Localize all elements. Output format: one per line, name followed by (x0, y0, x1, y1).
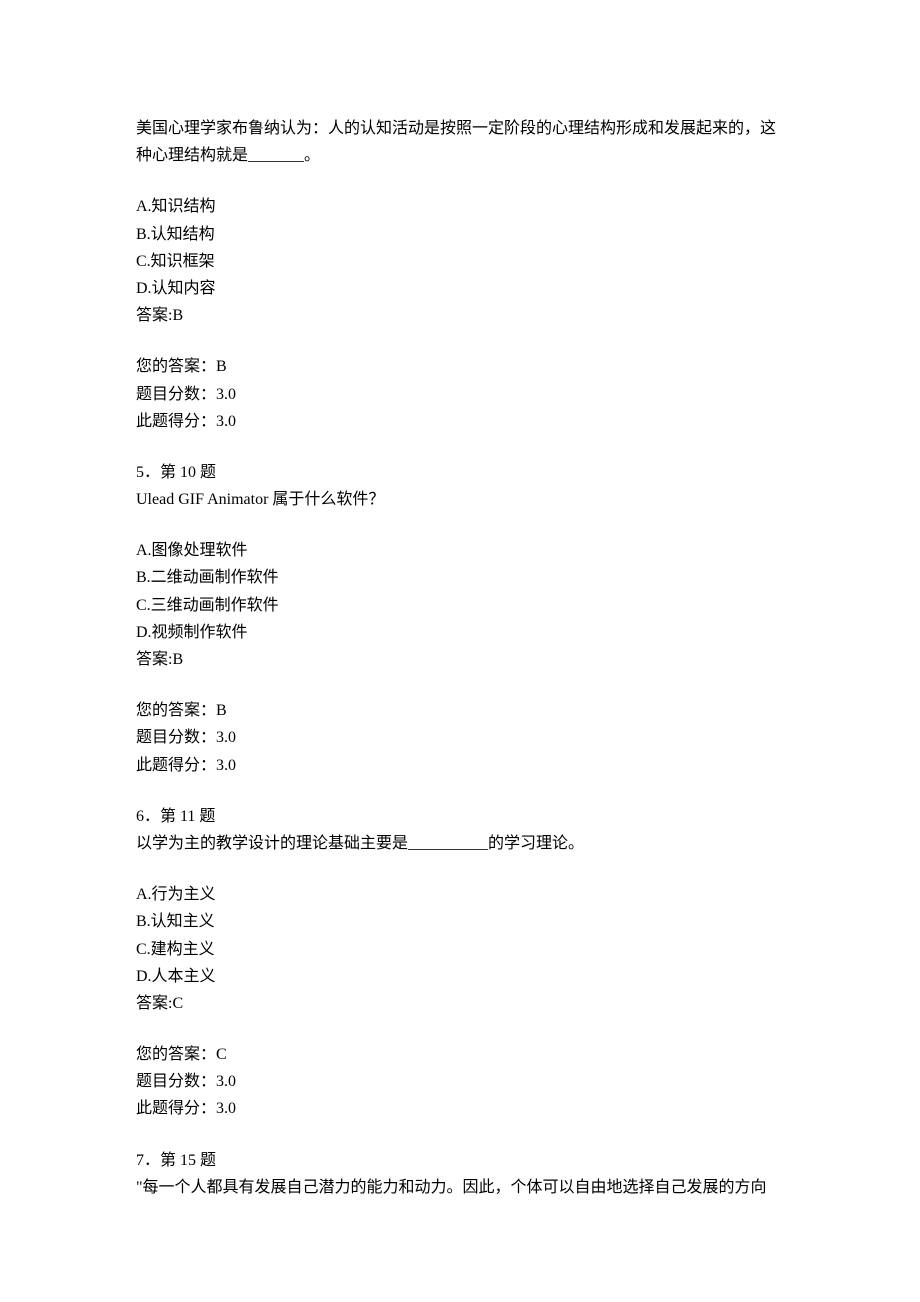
option-a: A.行为主义 (136, 881, 790, 908)
option-c: C.知识框架 (136, 248, 790, 275)
spacer (136, 673, 790, 697)
option-a: A.图像处理软件 (136, 537, 790, 564)
option-b: B.认知主义 (136, 908, 790, 935)
question-stem: Ulead GIF Animator 属于什么软件？ (136, 486, 790, 513)
option-c: C.三维动画制作软件 (136, 592, 790, 619)
question-header: 6．第 11 题 (136, 803, 790, 830)
spacer (136, 513, 790, 537)
spacer (136, 169, 790, 193)
score-earned: 此题得分：3.0 (136, 752, 790, 779)
your-answer: 您的答案：B (136, 353, 790, 380)
score-earned: 此题得分：3.0 (136, 408, 790, 435)
answer-key: 答案:B (136, 302, 790, 329)
answer-key: 答案:B (136, 646, 790, 673)
answer-key: 答案:C (136, 990, 790, 1017)
question-header: 7．第 15 题 (136, 1147, 790, 1174)
score-total: 题目分数：3.0 (136, 381, 790, 408)
option-b: B.二维动画制作软件 (136, 564, 790, 591)
option-c: C.建构主义 (136, 936, 790, 963)
option-b: B.认知结构 (136, 221, 790, 248)
spacer (136, 1017, 790, 1041)
option-a: A.知识结构 (136, 193, 790, 220)
spacer (136, 329, 790, 353)
your-answer: 您的答案：C (136, 1041, 790, 1068)
spacer (136, 857, 790, 881)
your-answer: 您的答案：B (136, 697, 790, 724)
question-stem: 以学为主的教学设计的理论基础主要是__________的学习理论。 (136, 830, 790, 857)
question-header: 5．第 10 题 (136, 459, 790, 486)
spacer (136, 435, 790, 459)
spacer (136, 779, 790, 803)
score-total: 题目分数：3.0 (136, 1068, 790, 1095)
question-stem: 美国心理学家布鲁纳认为：人的认知活动是按照一定阶段的心理结构形成和发展起来的，这… (136, 115, 790, 169)
score-total: 题目分数：3.0 (136, 724, 790, 751)
option-d: D.视频制作软件 (136, 619, 790, 646)
option-d: D.人本主义 (136, 963, 790, 990)
option-d: D.认知内容 (136, 275, 790, 302)
score-earned: 此题得分：3.0 (136, 1095, 790, 1122)
spacer (136, 1123, 790, 1147)
question-stem: "每一个人都具有发展自己潜力的能力和动力。因此，个体可以自由地选择自己发展的方向 (136, 1174, 790, 1201)
